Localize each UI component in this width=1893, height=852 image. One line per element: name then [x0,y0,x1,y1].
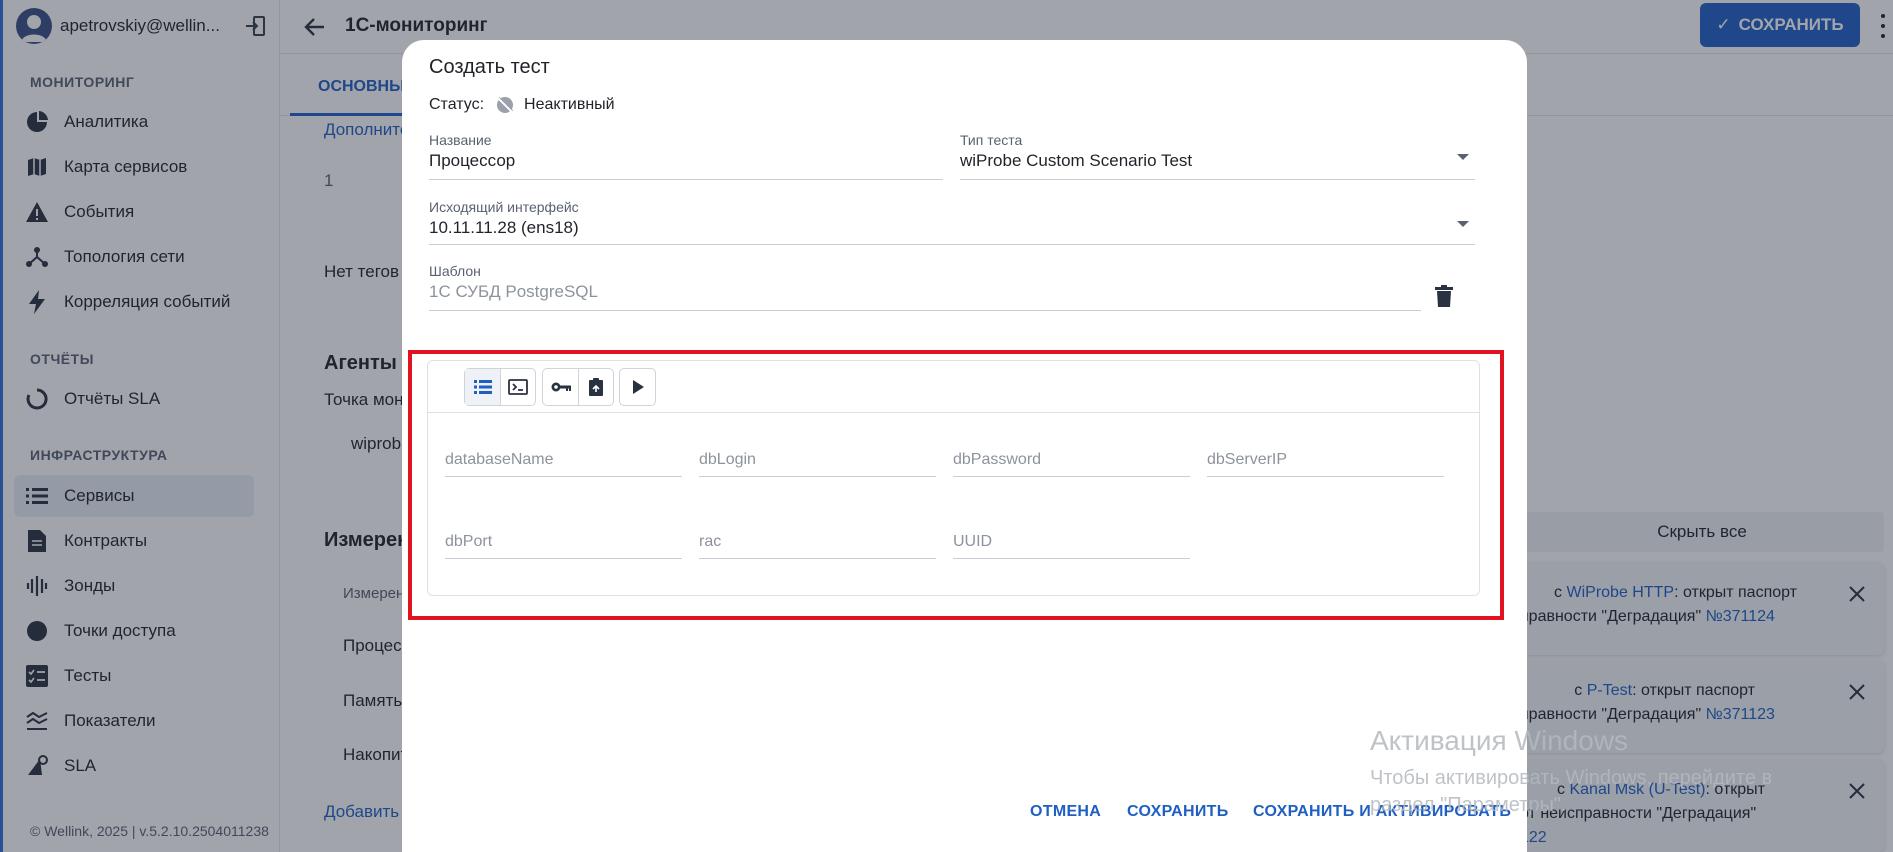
credentials-group [542,368,614,406]
name-field-value[interactable]: Процессор [429,151,515,171]
test-type-value: wiProbe Custom Scenario Test [960,151,1193,170]
windows-activation-watermark-text: Чтобы активировать Windows, перейдите в … [1370,767,1773,816]
save-button[interactable]: СОХРАНИТЬ [1127,803,1229,821]
interface-label: Исходящий интерфейс [429,199,579,215]
name-field-label: Название [429,132,492,148]
trash-icon[interactable] [1432,283,1456,309]
param-dbport-input[interactable]: dbPort [445,523,682,559]
template-value: 1С СУБД PostgreSQL [429,282,598,301]
interface-select[interactable]: Исходящий интерфейс 10.11.11.28 (ens18) [429,199,1475,245]
status-value: Неактивный [524,96,615,113]
param-databasename-input[interactable]: databaseName [445,441,682,477]
template-field[interactable]: Шаблон 1С СУБД PostgreSQL [429,263,1421,311]
create-test-dialog: Создать тест Статус: Неактивный Название… [402,40,1527,852]
key-button[interactable] [543,369,578,405]
test-type-select[interactable]: Тип теста wiProbe Custom Scenario Test [960,132,1475,180]
name-field[interactable]: Название Процессор [429,132,943,180]
view-toggle-group [464,368,536,406]
clipboard-icon [589,378,603,396]
status-label: Статус: [429,96,485,113]
param-rac-input[interactable]: rac [699,523,936,559]
run-group [619,368,656,406]
clipboard-button[interactable] [578,369,613,405]
param-dbpassword-input[interactable]: dbPassword [953,441,1190,477]
template-label: Шаблон [429,263,481,279]
card-toolbar [428,361,1479,413]
list-icon [473,380,492,394]
status-row: Статус: Неактивный [429,93,615,117]
play-icon [632,380,644,394]
terminal-icon [508,379,528,395]
key-icon [551,382,571,392]
run-button[interactable] [620,369,655,405]
interface-value: 10.11.11.28 (ens18) [429,218,579,237]
scenario-parameters-card: databaseName dbLogin dbPassword dbServer… [427,360,1480,596]
cancel-button[interactable]: ОТМЕНА [1030,803,1101,821]
dialog-title: Создать тест [429,56,550,78]
param-uuid-input[interactable]: UUID [953,523,1190,559]
list-view-button[interactable] [465,369,500,405]
param-dbserverip-input[interactable]: dbServerIP [1207,441,1444,477]
chevron-down-icon[interactable] [1457,154,1469,160]
param-dblogin-input[interactable]: dbLogin [699,441,936,477]
terminal-view-button[interactable] [500,369,535,405]
windows-activation-watermark-title: Активация Windows [1370,725,1629,756]
chevron-down-icon[interactable] [1457,221,1469,227]
test-type-label: Тип теста [960,132,1023,148]
inactive-status-icon [494,94,516,116]
